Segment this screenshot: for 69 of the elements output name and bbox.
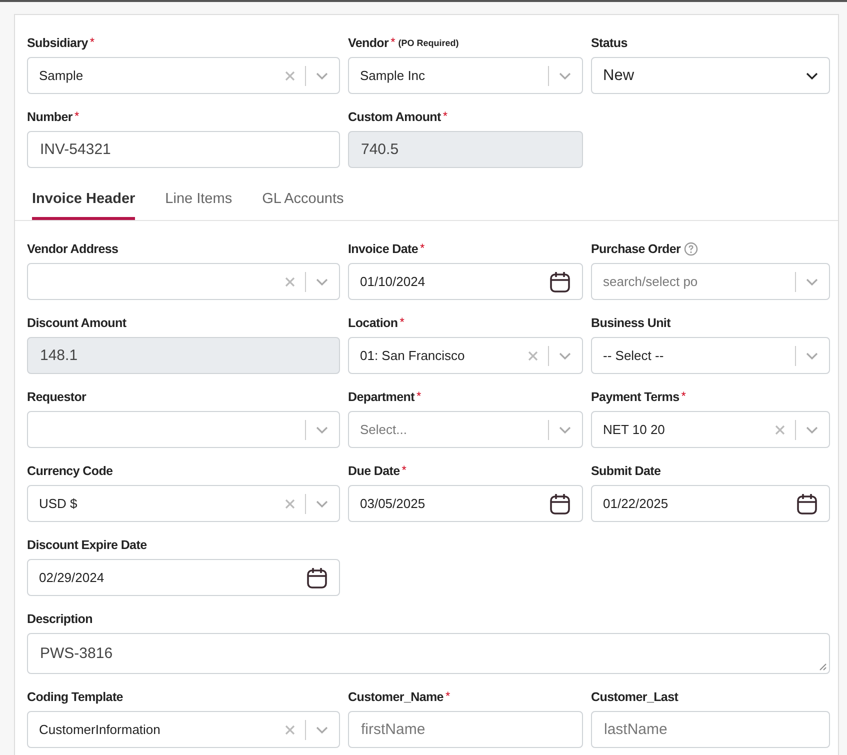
required-mark: * xyxy=(402,463,406,477)
date-field[interactable]: 03/05/2025 xyxy=(348,485,583,522)
field-label: Invoice Date xyxy=(348,242,418,256)
field-label: Coding Template xyxy=(27,690,123,704)
description-field[interactable]: PWS-3816 xyxy=(27,633,830,674)
dropdown-field[interactable] xyxy=(27,263,340,300)
chevron-down-icon[interactable] xyxy=(806,72,818,80)
field-label: Description xyxy=(27,612,92,626)
calendar-icon[interactable] xyxy=(549,492,571,514)
tab[interactable]: Line Items xyxy=(165,183,232,220)
dropdown-field[interactable]: NET 10 20 xyxy=(591,411,830,448)
clear-icon[interactable] xyxy=(285,724,295,734)
field-label: Currency Code xyxy=(27,464,113,478)
required-mark: * xyxy=(420,241,425,255)
required-mark: * xyxy=(681,389,686,403)
field-label: Vendor Address xyxy=(27,242,118,256)
field-label: Vendor xyxy=(348,36,389,50)
dropdown-select[interactable]: New xyxy=(591,57,830,94)
dropdown-field[interactable]: Select... xyxy=(348,411,583,448)
dropdown-field[interactable]: search/select po xyxy=(591,263,830,300)
field-label: Requestor xyxy=(27,390,86,404)
field-label: Location xyxy=(348,316,398,330)
date-field[interactable]: 01/22/2025 xyxy=(591,485,830,522)
required-mark: * xyxy=(445,689,450,703)
field-label: Discount Expire Date xyxy=(27,538,147,552)
date-field[interactable]: 02/29/2024 xyxy=(27,559,340,596)
required-mark: * xyxy=(90,35,95,49)
field-label: Number xyxy=(27,110,72,124)
required-mark: * xyxy=(400,315,404,329)
field-label: Purchase Order xyxy=(591,242,681,256)
clear-icon[interactable] xyxy=(285,70,295,80)
required-mark: * xyxy=(74,109,80,123)
field-label: Payment Terms xyxy=(591,390,680,404)
calendar-icon[interactable] xyxy=(549,270,571,292)
dropdown-field[interactable]: USD $ xyxy=(27,485,340,522)
tab[interactable]: Invoice Header xyxy=(32,183,136,220)
dropdown-field[interactable]: -- Select -- xyxy=(591,337,830,374)
field-label: Due Date xyxy=(348,464,400,478)
field-label: Status xyxy=(591,36,628,50)
dropdown-field[interactable]: CustomerInformation xyxy=(27,711,340,748)
required-mark: * xyxy=(390,35,396,49)
field-label: Custom Amount xyxy=(348,110,441,124)
dropdown-field[interactable]: Sample xyxy=(27,57,340,94)
tab[interactable]: GL Accounts xyxy=(262,183,344,220)
field-note: (PO Required) xyxy=(398,38,459,48)
required-mark: * xyxy=(442,109,448,123)
field-label: Discount Amount xyxy=(27,316,126,330)
required-mark: * xyxy=(416,389,422,403)
text-field[interactable]: INV-54321 xyxy=(27,131,340,168)
field-label: Subsidiary xyxy=(27,36,88,50)
field-label: Customer_Last xyxy=(591,690,678,704)
clear-icon[interactable] xyxy=(528,350,538,360)
text-field[interactable]: lastName xyxy=(591,711,830,748)
dropdown-field[interactable] xyxy=(27,411,340,448)
field-label: Business Unit xyxy=(591,316,670,330)
clear-icon[interactable] xyxy=(285,276,295,286)
field-label: Customer_Name xyxy=(348,690,444,704)
dropdown-field[interactable]: 01: San Francisco xyxy=(348,337,583,374)
calendar-icon[interactable] xyxy=(796,492,818,514)
text-field[interactable]: firstName xyxy=(348,711,583,748)
help-icon[interactable] xyxy=(684,242,698,256)
field-label: Submit Date xyxy=(591,464,661,478)
clear-icon[interactable] xyxy=(775,424,785,434)
calendar-icon[interactable] xyxy=(306,566,328,588)
dropdown-field[interactable]: Sample Inc xyxy=(348,57,583,94)
field-label: Department xyxy=(348,390,414,404)
date-field[interactable]: 01/10/2024 xyxy=(348,263,583,300)
resize-handle-icon[interactable] xyxy=(819,663,827,671)
clear-icon[interactable] xyxy=(285,498,295,508)
